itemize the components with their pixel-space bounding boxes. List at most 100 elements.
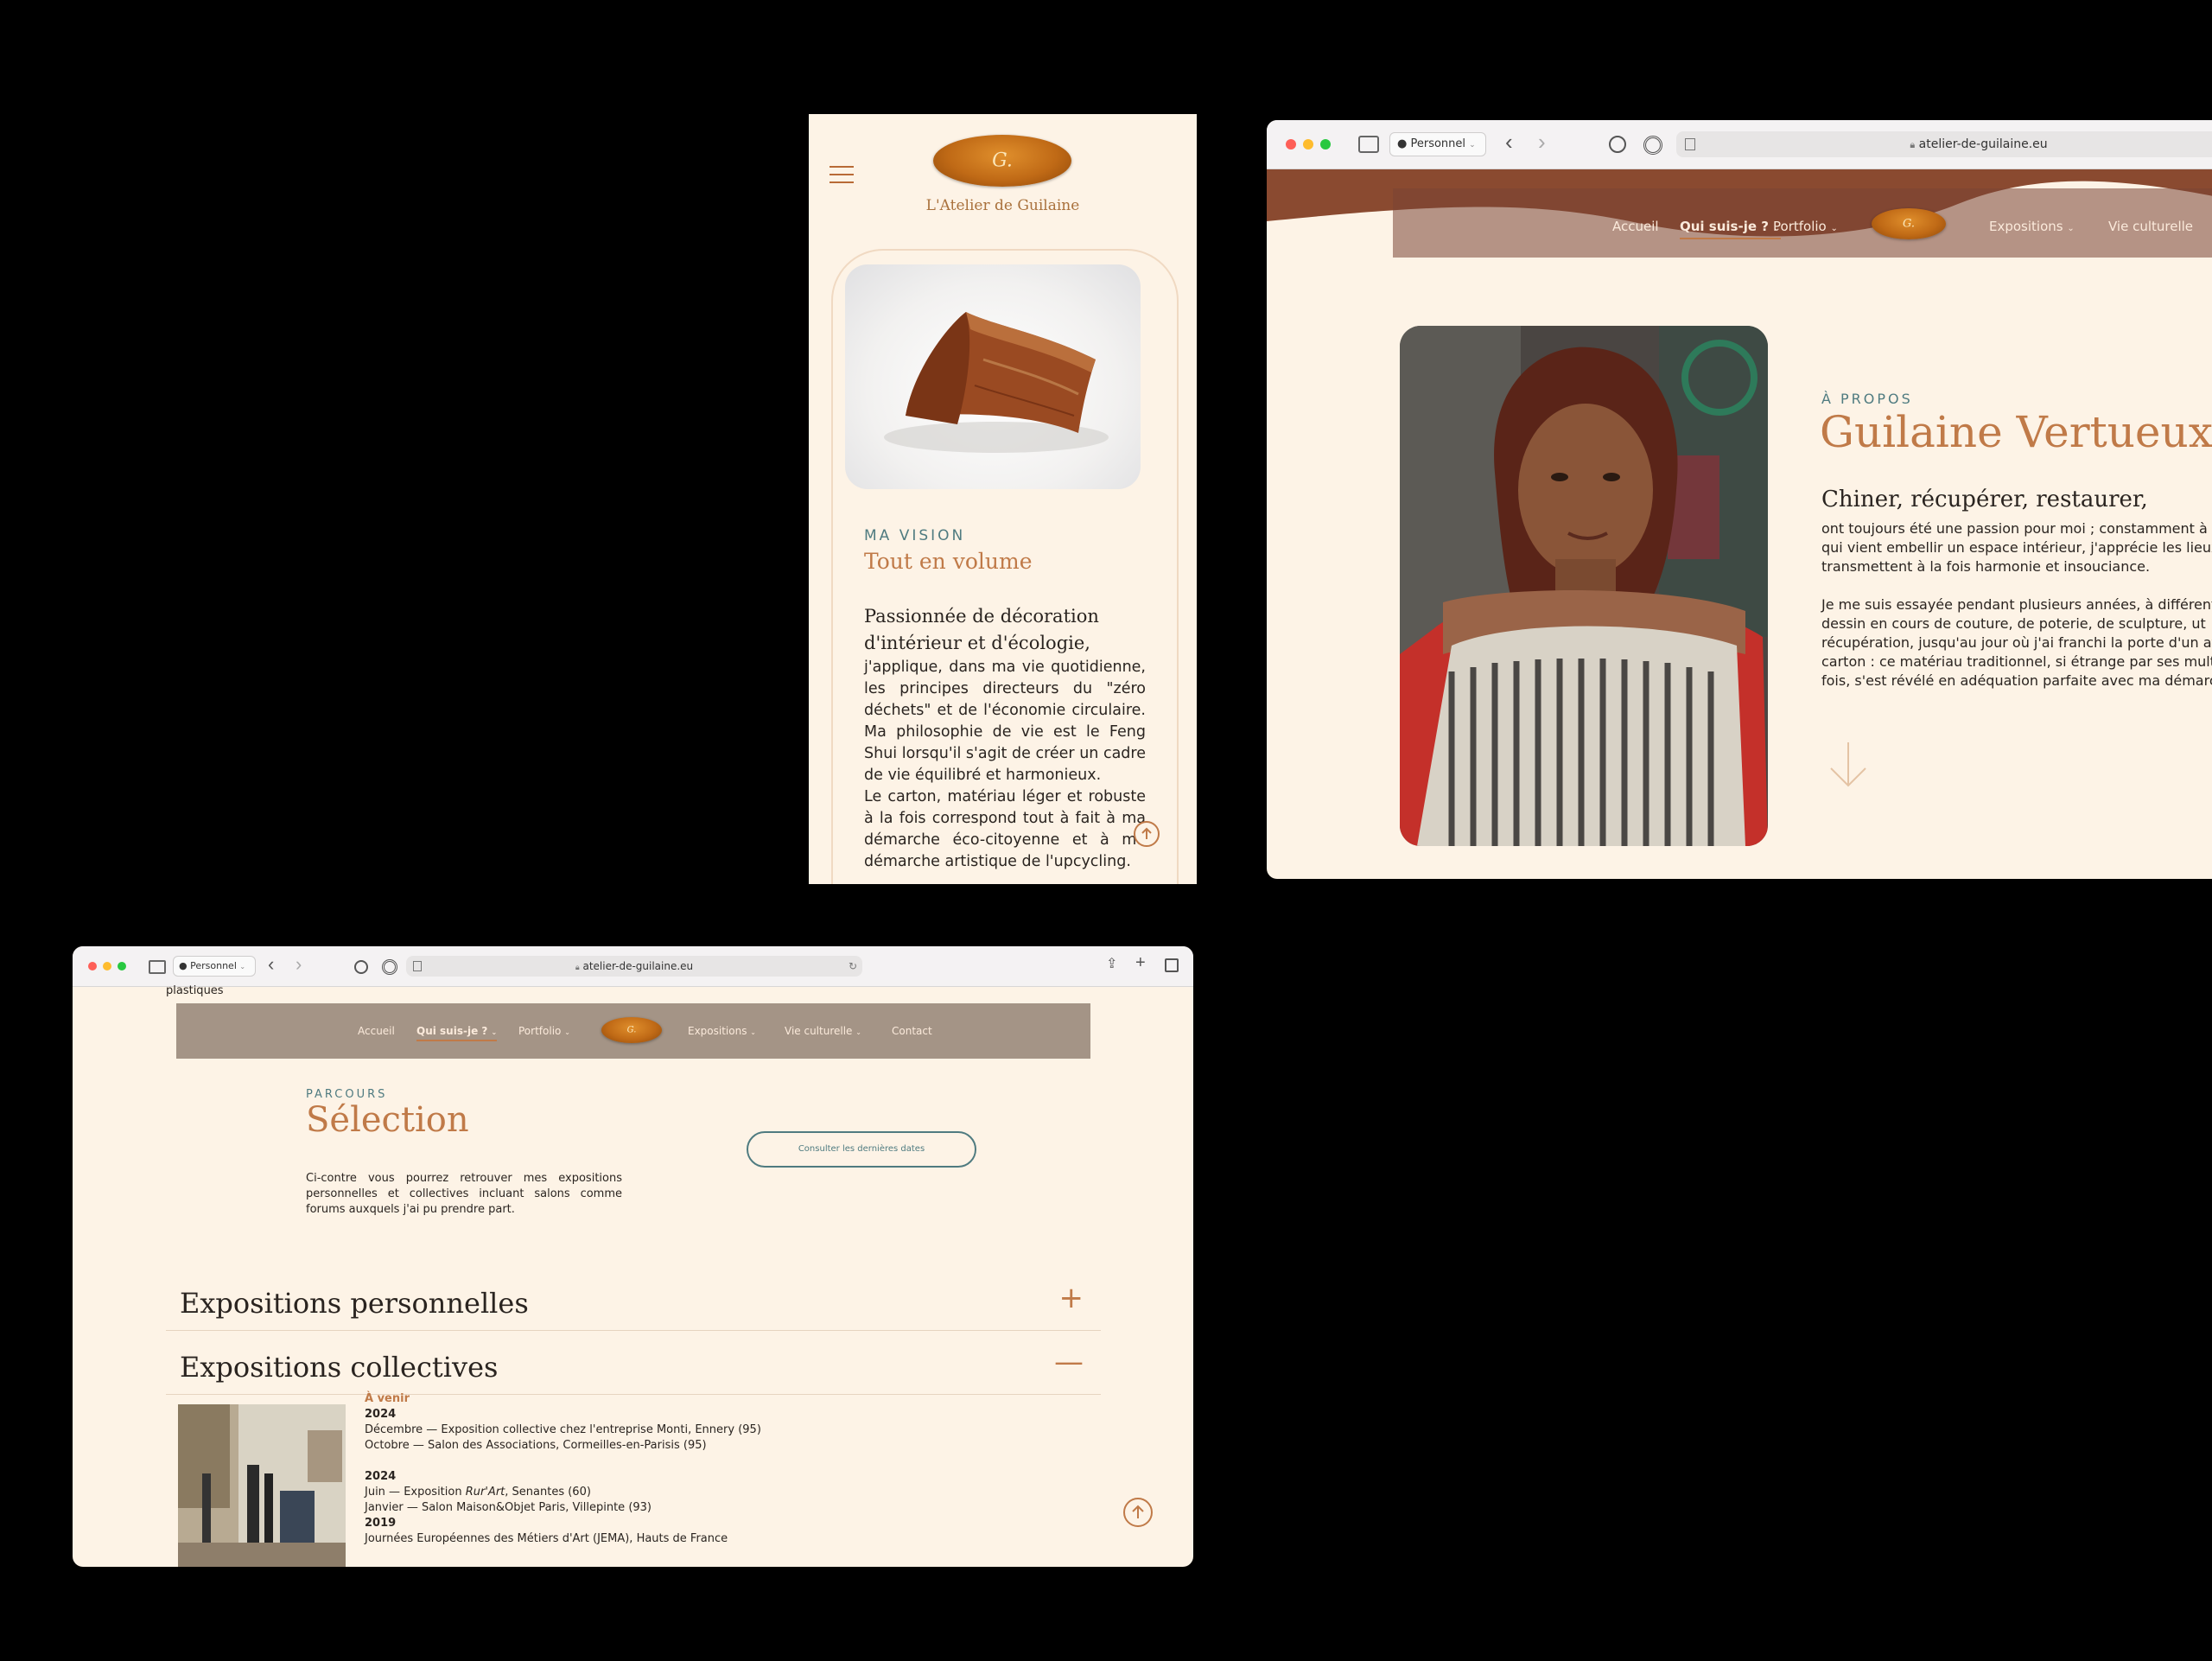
minimize-icon[interactable] [1303, 139, 1313, 150]
nav-accueil[interactable]: Accueil [358, 1025, 395, 1037]
event-text: Juin — Exposition [365, 1486, 466, 1499]
profile-button[interactable]: ● Personnel ⌄ [1389, 132, 1486, 156]
chevron-down-icon: ⌄ [2067, 224, 2075, 233]
site-logo[interactable]: G. [601, 1017, 662, 1043]
zoom-icon[interactable] [1320, 139, 1331, 150]
year-text: 2019 [365, 1517, 397, 1530]
plus-icon[interactable]: + [1059, 1283, 1084, 1313]
section-lead: Passionnée de décoration d'intérieur et … [864, 606, 1099, 653]
accordion-personal[interactable]: Expositions personnelles + [166, 1268, 1101, 1331]
body-paragraph-2: Le carton, matériau léger et robuste à l… [864, 788, 1146, 870]
chevron-down-icon: ⌄ [491, 1028, 498, 1036]
chevron-down-icon: ⌄ [564, 1028, 570, 1036]
privacy-icon[interactable] [1643, 136, 1662, 155]
close-icon[interactable] [88, 962, 97, 971]
nav-qui-suis-je-label: Qui suis-je ? [416, 1025, 488, 1037]
chevron-down-icon: ⌄ [855, 1028, 861, 1036]
reload-icon[interactable]: ↻ [849, 956, 857, 977]
main-nav: Accueil Qui suis-je ? ⌄ Portfolio ⌄ G. E… [176, 1003, 1090, 1059]
back-icon[interactable]: ‹ [1505, 129, 1513, 156]
site-logo[interactable]: G. [1872, 208, 1946, 239]
accordion-collective[interactable]: Expositions collectives — [166, 1332, 1101, 1395]
privacy-icon[interactable] [382, 959, 397, 975]
nav-expositions[interactable]: Expositions ⌄ [1989, 219, 2075, 234]
year-heading: 2024 [365, 1407, 396, 1422]
back-icon[interactable]: ‹ [268, 953, 274, 976]
event-item: Juin — Exposition Rur'Art, Senantes (60) [365, 1485, 591, 1500]
year-text: 2024 [365, 1470, 397, 1483]
exhibition-photo [178, 1404, 346, 1567]
nav-vie-culturelle[interactable]: Vie culturelle [2108, 219, 2193, 234]
year-heading: 2019 [365, 1516, 396, 1531]
section-kicker: PARCOURS [306, 1088, 388, 1101]
body-paragraph-1: j'applique, dans ma vie quotidienne, les… [864, 659, 1146, 784]
text-line: Je me suis essayée pendant plusieurs ann… [1821, 596, 2212, 613]
shield-icon[interactable] [354, 960, 368, 974]
browser-window-about: ● Personnel ⌄ ‹ › 🔒︎ atelier-de-guilaine… [1267, 120, 2212, 879]
event-item: Décembre — Exposition collective chez l'… [365, 1423, 761, 1436]
event-item: Octobre — Salon des Associations, Cormei… [365, 1439, 707, 1452]
user-icon: ● [1397, 137, 1408, 150]
accordion-title: Expositions personnelles [180, 1287, 529, 1320]
nav-portfolio[interactable]: Portfolio ⌄ [1773, 219, 1838, 234]
text-line: dessin en cours de couture, de poterie, … [1821, 615, 2206, 632]
section-description: Ci-contre vous pourrez retrouver mes exp… [306, 1172, 622, 1216]
nav-qui-suis-je[interactable]: Qui suis-je ? ⌄ [1680, 219, 1781, 239]
site-logo[interactable]: G. [933, 135, 1071, 187]
latest-dates-button[interactable]: Consulter les dernières dates [747, 1131, 976, 1168]
chevron-down-icon: ⌄ [750, 1028, 756, 1036]
address-bar[interactable]: 🔒︎ atelier-de-guilaine.eu [1676, 131, 2212, 157]
about-lead: Chiner, récupérer, restaurer, [1821, 487, 2148, 512]
main-nav: Accueil Qui suis-je ? ⌄ Portfolio ⌄ G. E… [1393, 188, 2212, 257]
tabs-icon[interactable] [1165, 958, 1179, 972]
nav-expositions[interactable]: Expositions ⌄ [688, 1025, 756, 1037]
forward-icon[interactable]: › [296, 953, 302, 976]
minimize-icon[interactable] [103, 962, 111, 971]
scroll-top-icon[interactable] [1134, 821, 1160, 847]
minus-icon[interactable]: — [1054, 1347, 1084, 1377]
nav-qui-suis-je[interactable]: Qui suis-je ? ⌄ [416, 1025, 498, 1041]
lock-icon: 🔒︎ [575, 964, 580, 972]
share-icon[interactable]: ⇪ [1106, 955, 1117, 972]
chevron-down-icon: ⌄ [1830, 224, 1838, 233]
reader-icon[interactable] [413, 961, 422, 971]
accordion-title: Expositions collectives [180, 1351, 499, 1384]
year-text: 2024 [365, 1408, 397, 1421]
hamburger-icon[interactable] [830, 166, 854, 185]
forward-icon[interactable]: › [1538, 129, 1546, 156]
scroll-top-icon[interactable] [1123, 1498, 1153, 1527]
page-top-text: plastiques [166, 984, 224, 997]
chevron-down-icon: ⌄ [239, 963, 246, 971]
about-paragraph-1: ont toujours été une passion pour moi ; … [1821, 519, 2212, 576]
text-line: fois, s'est révélé en adéquation parfait… [1821, 672, 2212, 689]
shield-icon[interactable] [1609, 136, 1626, 153]
section-title: Tout en volume [864, 549, 1033, 574]
profile-button[interactable]: ● Personnel ⌄ [173, 956, 256, 977]
nav-vie-culturelle[interactable]: Vie culturelle ⌄ [785, 1025, 861, 1037]
nav-contact[interactable]: Contact [892, 1025, 932, 1037]
text-line: récupération, jusqu'au jour où j'ai fran… [1821, 634, 2212, 651]
portrait-photo [1400, 326, 1768, 846]
browser-window-expositions: ● Personnel ⌄ ‹ › 🔒︎ atelier-de-guilaine… [73, 946, 1193, 1567]
nav-portfolio[interactable]: Portfolio ⌄ [518, 1025, 570, 1037]
event-text: , Senantes (60) [505, 1486, 591, 1499]
section-kicker: MA VISION [864, 527, 966, 544]
zoom-icon[interactable] [118, 962, 126, 971]
vision-card: MA VISION Tout en volume Passionnée de d… [831, 249, 1179, 884]
text-line: qui vient embellir un espace intérieur, … [1821, 539, 2212, 556]
event-item: Journées Européennes des Métiers d'Art (… [365, 1532, 728, 1545]
mobile-mockup: G. L'Atelier de Guilaine MA VISION Tout … [809, 114, 1197, 884]
sidebar-icon[interactable] [1358, 136, 1379, 153]
url-text: atelier-de-guilaine.eu [582, 960, 694, 972]
address-bar[interactable]: 🔒︎ atelier-de-guilaine.eu ↻ [406, 956, 862, 977]
plus-icon[interactable]: + [1135, 953, 1146, 973]
close-icon[interactable] [1286, 139, 1296, 150]
reader-icon[interactable] [1685, 138, 1695, 150]
arrow-down-icon[interactable] [1828, 741, 1868, 793]
event-item: Janvier — Salon Maison&Objet Paris, Vill… [365, 1501, 652, 1514]
text-line: carton : ce matériau traditionnel, si ét… [1821, 653, 2212, 670]
nav-qui-suis-je-label: Qui suis-je ? [1680, 219, 1769, 234]
section-title: Sélection [306, 1100, 469, 1140]
sidebar-icon[interactable] [149, 960, 166, 974]
nav-accueil[interactable]: Accueil [1612, 219, 1659, 234]
